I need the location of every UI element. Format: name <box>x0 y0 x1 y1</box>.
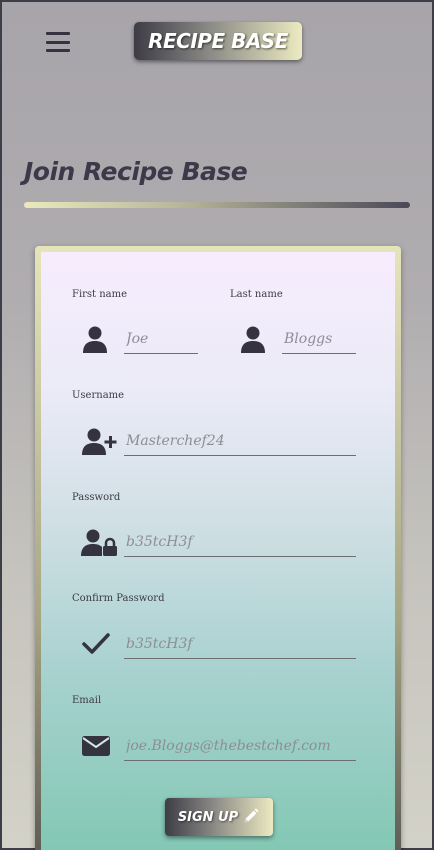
title-divider <box>24 202 410 208</box>
confirm-password-label: Confirm Password <box>72 593 165 604</box>
first-name-input[interactable] <box>124 324 198 354</box>
username-input[interactable] <box>124 426 356 456</box>
user-lock-icon <box>81 527 117 557</box>
email-label: Email <box>72 695 102 706</box>
password-input[interactable] <box>124 527 356 557</box>
user-icon <box>80 324 110 354</box>
logo-text: RECIPE BASE <box>148 29 288 53</box>
email-input[interactable] <box>124 731 356 761</box>
hamburger-menu-icon[interactable] <box>46 32 70 52</box>
user-icon <box>238 324 268 354</box>
last-name-input[interactable] <box>282 324 356 354</box>
username-label: Username <box>72 390 125 401</box>
password-label: Password <box>72 492 121 503</box>
sign-up-button[interactable]: SIGN UP <box>165 798 273 836</box>
confirm-password-input[interactable] <box>124 629 356 659</box>
pencil-icon <box>242 807 260 828</box>
last-name-label: Last name <box>230 289 283 300</box>
logo[interactable]: RECIPE BASE <box>134 22 302 60</box>
first-name-label: First name <box>72 289 128 300</box>
app-header: RECIPE BASE <box>2 2 432 82</box>
envelope-icon <box>81 731 111 761</box>
check-icon <box>81 629 111 659</box>
sign-up-label: SIGN UP <box>177 809 239 825</box>
page-title: Join Recipe Base <box>24 157 248 186</box>
user-plus-icon <box>81 426 117 456</box>
